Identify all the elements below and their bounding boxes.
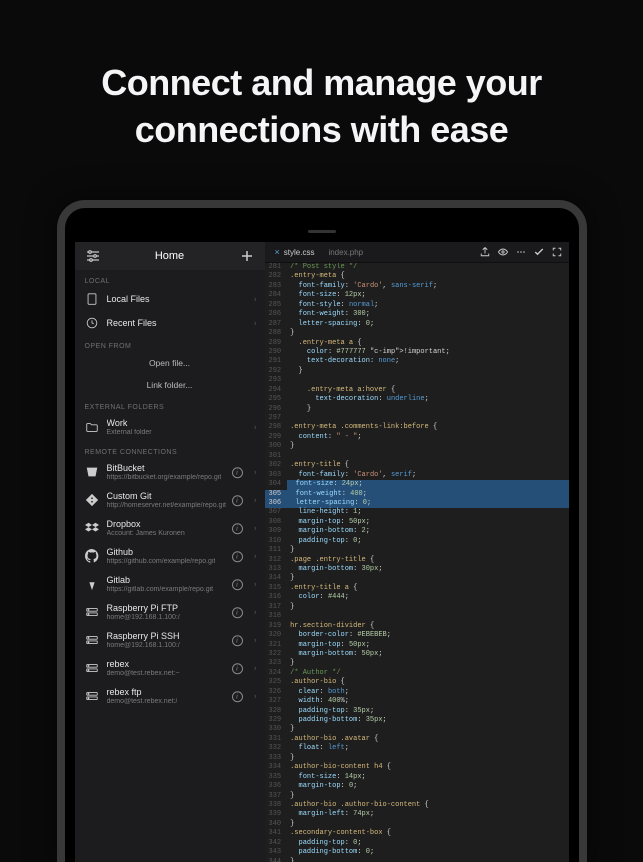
chevron-right-icon: › xyxy=(254,319,257,328)
connection-sub: http://homeserver.net/example/repo.git xyxy=(107,502,226,509)
work-folder-sub: External folder xyxy=(107,429,152,436)
sidebar-title: Home xyxy=(155,250,184,262)
remote-item-bitbucket[interactable]: BitBuckethttps://bitbucket.org/example/r… xyxy=(75,458,265,486)
sidebar-item-recent-files[interactable]: Recent Files › xyxy=(75,311,265,335)
chevron-right-icon: › xyxy=(254,468,257,477)
editor-toolbar: × style.css index.php xyxy=(265,242,569,263)
connection-icon xyxy=(85,633,99,647)
open-file-link[interactable]: Open file... xyxy=(75,352,265,374)
code-area[interactable]: 2812822832842852862872882892902912922932… xyxy=(265,263,569,862)
sidebar-item-work[interactable]: Work External folder › xyxy=(75,413,265,441)
remote-item-gitlab[interactable]: Gitlabhttps://gitlab.com/example/repo.gi… xyxy=(75,570,265,598)
work-folder-title: Work xyxy=(107,418,152,428)
info-icon[interactable]: i xyxy=(232,494,243,506)
local-files-label: Local Files xyxy=(107,294,150,304)
connection-sub: https://github.com/example/repo.git xyxy=(107,558,216,565)
clock-icon xyxy=(85,316,99,330)
connection-title: Custom Git xyxy=(107,491,226,501)
info-icon[interactable]: i xyxy=(232,690,243,702)
tablet-frame: Home LOCAL Local Files › Recent Files › … xyxy=(57,200,587,862)
device-speaker xyxy=(75,224,569,238)
sidebar-header: Home xyxy=(75,242,265,270)
chevron-right-icon: › xyxy=(254,636,257,645)
chevron-right-icon: › xyxy=(254,664,257,673)
info-icon[interactable]: i xyxy=(232,606,243,618)
chevron-right-icon: › xyxy=(254,580,257,589)
chevron-right-icon: › xyxy=(254,496,257,505)
share-icon[interactable] xyxy=(479,246,491,258)
hero-line1: Connect and manage your xyxy=(40,60,603,107)
hero-line2: connections with ease xyxy=(40,107,603,154)
preview-icon[interactable] xyxy=(497,246,509,258)
connection-title: BitBucket xyxy=(107,463,222,473)
connection-sub: https://bitbucket.org/example/repo.git xyxy=(107,474,222,481)
chevron-right-icon: › xyxy=(254,608,257,617)
chevron-right-icon: › xyxy=(254,692,257,701)
sidebar-item-local-files[interactable]: Local Files › xyxy=(75,287,265,311)
connection-icon xyxy=(85,605,99,619)
recent-files-label: Recent Files xyxy=(107,318,157,328)
link-folder-link[interactable]: Link folder... xyxy=(75,374,265,396)
connection-sub: demo@test.rebex.net:~ xyxy=(107,670,180,677)
remote-item-dropbox[interactable]: DropboxAccount: James Kuronen i › xyxy=(75,514,265,542)
connection-sub: home@192.168.1.100:/ xyxy=(107,614,180,621)
close-tab-icon[interactable]: × xyxy=(275,247,280,257)
line-gutter: 2812822832842852862872882892902912922932… xyxy=(265,263,288,862)
connection-sub: home@192.168.1.100:/ xyxy=(107,642,180,649)
connection-icon xyxy=(85,465,99,479)
file-icon xyxy=(85,292,99,306)
remote-item-github[interactable]: Githubhttps://github.com/example/repo.gi… xyxy=(75,542,265,570)
connection-title: Raspberry Pi SSH xyxy=(107,631,180,641)
connection-title: rebex xyxy=(107,659,180,669)
connection-sub: Account: James Kuronen xyxy=(107,530,185,537)
info-icon[interactable]: i xyxy=(232,662,243,674)
info-icon[interactable]: i xyxy=(232,634,243,646)
code-content[interactable]: /* Post style */.entry-meta { font-famil… xyxy=(287,263,568,862)
tab-label: style.css xyxy=(284,248,315,257)
connection-title: rebex ftp xyxy=(107,687,178,697)
section-remote-label: REMOTE CONNECTIONS xyxy=(75,441,265,458)
connection-sub: https://gitlab.com/example/repo.git xyxy=(107,586,214,593)
settings-icon[interactable] xyxy=(85,248,101,264)
hero-headline: Connect and manage your connections with… xyxy=(0,0,643,194)
chevron-right-icon: › xyxy=(254,423,257,432)
remote-item-rebex-ftp[interactable]: rebex ftpdemo@test.rebex.net:/ i › xyxy=(75,682,265,710)
section-external-label: EXTERNAL FOLDERS xyxy=(75,396,265,413)
section-local-label: LOCAL xyxy=(75,270,265,287)
info-icon[interactable]: i xyxy=(232,466,243,478)
editor-pane: × style.css index.php 2812822832842852862… xyxy=(265,242,569,862)
expand-icon[interactable] xyxy=(551,246,563,258)
section-openfrom-label: OPEN FROM xyxy=(75,335,265,352)
tab-label: index.php xyxy=(328,248,363,257)
folder-icon xyxy=(85,420,99,434)
connection-icon xyxy=(85,493,99,507)
tab-index-php[interactable]: index.php xyxy=(324,246,367,259)
info-icon[interactable]: i xyxy=(232,522,243,534)
sidebar: Home LOCAL Local Files › Recent Files › … xyxy=(75,242,265,862)
chevron-right-icon: › xyxy=(254,524,257,533)
connection-title: Raspberry Pi FTP xyxy=(107,603,180,613)
connection-title: Gitlab xyxy=(107,575,214,585)
info-icon[interactable]: i xyxy=(232,578,243,590)
connection-icon xyxy=(85,661,99,675)
connection-icon xyxy=(85,549,99,563)
app-window: Home LOCAL Local Files › Recent Files › … xyxy=(75,242,569,862)
connection-title: Github xyxy=(107,547,216,557)
connection-icon xyxy=(85,577,99,591)
chevron-right-icon: › xyxy=(254,552,257,561)
check-icon[interactable] xyxy=(533,246,545,258)
info-icon[interactable]: i xyxy=(232,550,243,562)
remote-item-rebex[interactable]: rebexdemo@test.rebex.net:~ i › xyxy=(75,654,265,682)
connection-title: Dropbox xyxy=(107,519,185,529)
connection-icon xyxy=(85,521,99,535)
remote-item-custom-git[interactable]: Custom Githttp://homeserver.net/example/… xyxy=(75,486,265,514)
add-icon[interactable] xyxy=(239,248,255,264)
remote-item-raspberry-pi-ftp[interactable]: Raspberry Pi FTPhome@192.168.1.100:/ i › xyxy=(75,598,265,626)
chevron-right-icon: › xyxy=(254,295,257,304)
connection-icon xyxy=(85,689,99,703)
dots-icon[interactable] xyxy=(515,246,527,258)
tab-style-css[interactable]: × style.css xyxy=(271,245,319,259)
connection-sub: demo@test.rebex.net:/ xyxy=(107,698,178,705)
remote-item-raspberry-pi-ssh[interactable]: Raspberry Pi SSHhome@192.168.1.100:/ i › xyxy=(75,626,265,654)
